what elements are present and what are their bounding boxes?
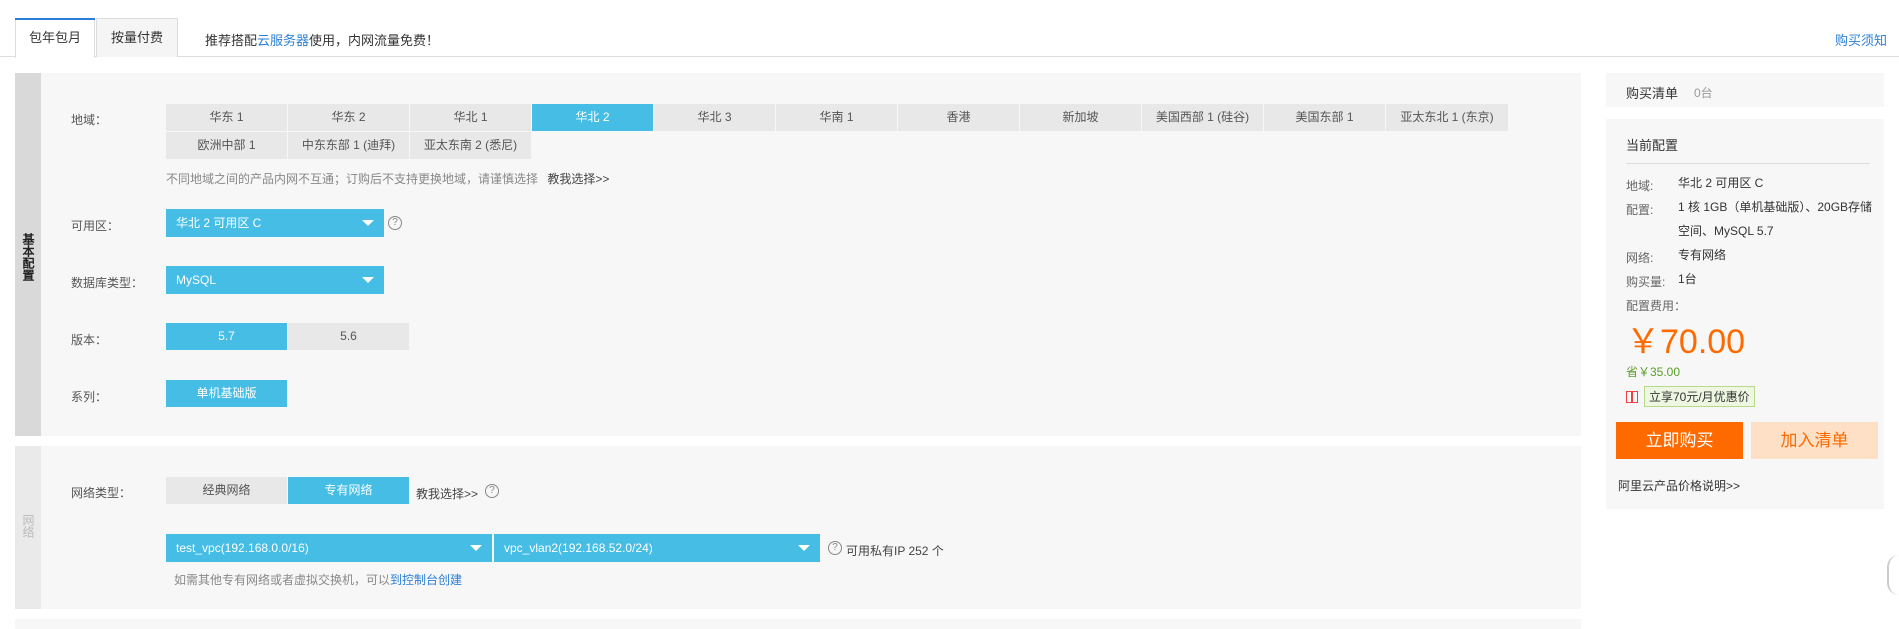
zone-select[interactable]: 华北 2 可用区 C xyxy=(166,209,384,237)
current-config-panel: 当前配置 地域: 华北 2 可用区 C 配置: 1 核 1GB（单机基础版）、2… xyxy=(1606,119,1884,509)
region-option[interactable]: 华东 1 xyxy=(166,104,288,131)
region-option[interactable]: 美国西部 1 (硅谷) xyxy=(1142,104,1264,131)
network-hint: 如需其他专有网络或者虚拟交换机，可以到控制台创建 xyxy=(174,571,462,588)
region-option[interactable]: 中东东部 1 (迪拜) xyxy=(288,132,410,159)
promo: 立享70元/月优惠价 xyxy=(1626,386,1755,407)
section-side-label: 基本配置 xyxy=(15,73,41,436)
save-amount: 省￥35.00 xyxy=(1626,365,1681,379)
console-create-link[interactable]: 到控制台创建 xyxy=(390,573,462,587)
help-icon[interactable]: ? xyxy=(388,216,402,230)
version-option-selected[interactable]: 5.7 xyxy=(166,323,288,350)
region-option[interactable]: 美国东部 1 xyxy=(1264,104,1386,131)
region-option[interactable]: 华北 3 xyxy=(654,104,776,131)
config-region-key: 地域: xyxy=(1626,179,1654,193)
network-type-label: 网络类型： xyxy=(71,486,132,500)
notice-before: 推荐搭配 xyxy=(205,33,258,48)
config-region-value: 华北 2 可用区 C xyxy=(1678,176,1764,190)
cart-count: 0台 xyxy=(1694,86,1713,100)
db-type-label: 数据库类型： xyxy=(71,276,144,290)
network-hint-text: 如需其他专有网络或者虚拟交换机，可以 xyxy=(174,573,391,587)
current-config-title: 当前配置 xyxy=(1626,138,1679,153)
price-note-link[interactable]: 阿里云产品价格说明>> xyxy=(1618,477,1740,494)
tab-subscription[interactable]: 包年包月 xyxy=(15,18,95,58)
help-icon[interactable]: ? xyxy=(485,484,499,498)
divider xyxy=(1626,163,1870,164)
region-hint-text: 不同地域之间的产品内网不互通；订购后不支持更换地域，请谨慎选择 xyxy=(166,172,539,186)
region-hint: 不同地域之间的产品内网不互通；订购后不支持更换地域，请谨慎选择 教我选择>> xyxy=(166,170,609,187)
buy-notice-link[interactable]: 购买须知 xyxy=(1835,30,1887,49)
network-type-option[interactable]: 经典网络 xyxy=(166,477,288,504)
section-side-label: 网络 xyxy=(15,446,41,609)
zone-label: 可用区： xyxy=(71,219,120,233)
config-qty-value: 1台 xyxy=(1678,272,1697,286)
vswitch-select[interactable]: vpc_vlan2(192.168.52.0/24) xyxy=(494,534,820,562)
region-label: 地域： xyxy=(71,113,108,127)
config-network-key: 网络: xyxy=(1626,251,1654,265)
config-qty-key: 购买量: xyxy=(1626,275,1666,289)
series-option-selected[interactable]: 单机基础版 xyxy=(166,380,288,407)
buy-now-button[interactable]: 立即购买 xyxy=(1616,422,1743,459)
vpc-select[interactable]: test_vpc(192.168.0.0/16) xyxy=(166,534,492,562)
promo-tag: 立享70元/月优惠价 xyxy=(1644,386,1755,407)
region-option[interactable]: 香港 xyxy=(898,104,1020,131)
series-label: 系列： xyxy=(71,390,108,404)
region-option[interactable]: 亚太东南 2 (悉尼) xyxy=(410,132,532,159)
help-icon[interactable]: ? xyxy=(828,541,842,555)
cart-header: 购买清单 0台 xyxy=(1606,73,1884,107)
region-option[interactable]: 亚太东北 1 (东京) xyxy=(1386,104,1509,131)
db-type-select[interactable]: MySQL xyxy=(166,266,384,294)
available-ip-text: 可用私有IP 252 个 xyxy=(846,544,944,558)
version-label: 版本： xyxy=(71,333,108,347)
notice-after: 使用，内网流量免费！ xyxy=(309,33,440,48)
region-option[interactable]: 新加坡 xyxy=(1020,104,1142,131)
region-option[interactable]: 欧洲中部 1 xyxy=(166,132,288,159)
region-help-link[interactable]: 教我选择>> xyxy=(547,172,609,186)
version-option[interactable]: 5.6 xyxy=(288,323,410,350)
tab-pay-as-you-go[interactable]: 按量付费 xyxy=(96,18,178,57)
network-type-option-selected[interactable]: 专有网络 xyxy=(288,477,410,504)
region-option[interactable]: 华南 1 xyxy=(776,104,898,131)
region-option[interactable]: 华北 1 xyxy=(410,104,532,131)
top-bar: 包年包月 按量付费 推荐搭配云服务器使用，内网流量免费！ 购买须知 xyxy=(0,0,1899,58)
ecs-link[interactable]: 云服务器 xyxy=(257,33,309,48)
price-value: ￥70.00 xyxy=(1626,323,1746,361)
notice-text: 推荐搭配云服务器使用，内网流量免费！ xyxy=(205,30,439,49)
basic-config-label: 基本配置 xyxy=(21,233,35,281)
network-label: 网络 xyxy=(21,514,35,538)
add-to-cart-button[interactable]: 加入清单 xyxy=(1751,422,1878,459)
cart-title: 购买清单 xyxy=(1626,86,1679,101)
config-spec-key: 配置: xyxy=(1626,203,1654,217)
gift-icon xyxy=(1626,391,1638,403)
region-option[interactable]: 华东 2 xyxy=(288,104,410,131)
scroll-edge xyxy=(1887,555,1899,595)
network-help-link[interactable]: 教我选择>> xyxy=(416,485,478,502)
next-section xyxy=(15,619,1581,629)
config-spec-value: 1 核 1GB（单机基础版）、20GB存储空间、MySQL 5.7 xyxy=(1678,200,1873,238)
config-network-value: 专有网络 xyxy=(1678,248,1727,262)
region-option-selected[interactable]: 华北 2 xyxy=(532,104,654,131)
fee-label: 配置费用： xyxy=(1626,299,1687,313)
